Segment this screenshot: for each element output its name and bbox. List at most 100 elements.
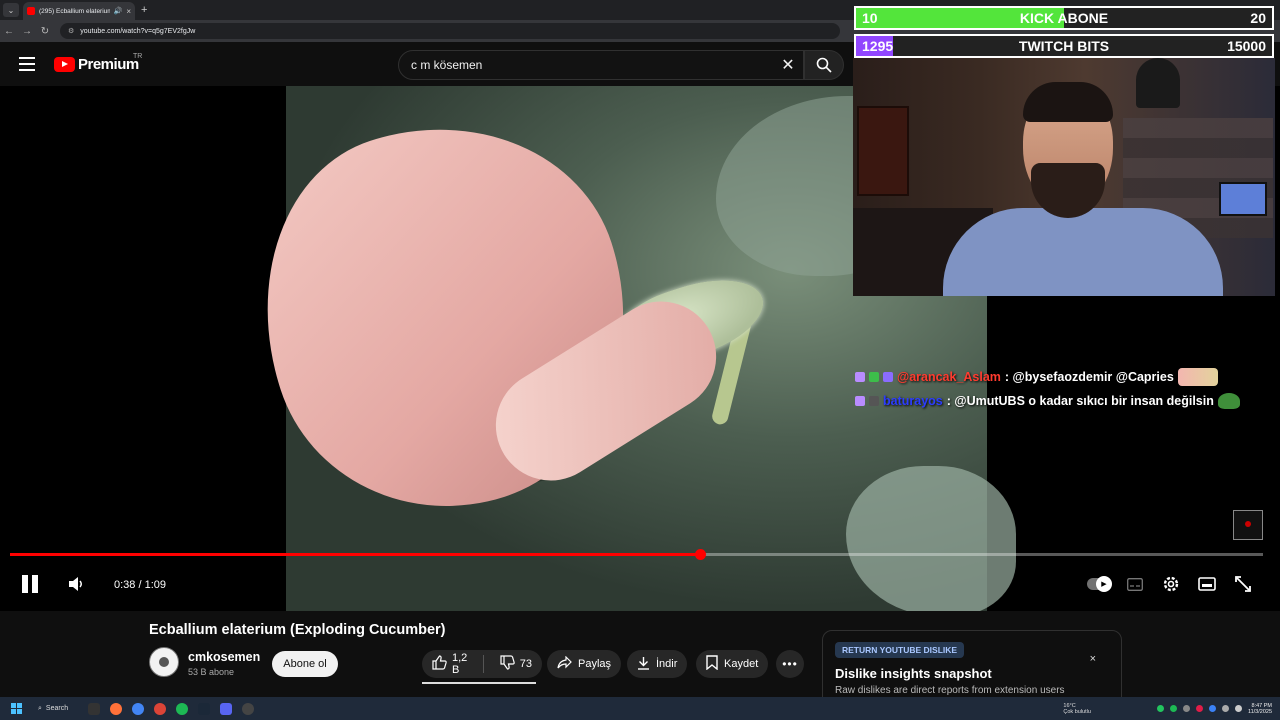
speaker-icon[interactable] <box>1234 705 1242 712</box>
reload-icon[interactable]: ↻ <box>36 26 54 37</box>
tab-title: (295) Ecballium elaterium (E <box>39 7 110 15</box>
video-progress-bar[interactable] <box>10 549 1263 560</box>
chat-text: : @bysefaozdemir @Capries <box>1004 370 1174 384</box>
hamburger-menu-icon[interactable] <box>19 57 35 71</box>
taskbar-clock[interactable]: 8:47 PM 11/3/2025 <box>1248 703 1272 715</box>
tray-app-icon[interactable] <box>1208 705 1216 712</box>
clear-search-icon[interactable]: ✕ <box>773 55 803 75</box>
pause-icon[interactable] <box>20 572 40 596</box>
save-button[interactable]: Kaydet <box>696 650 769 678</box>
time-text: 0:38 / 1:09 <box>114 579 166 591</box>
twitch-bits-goal: 1295 TWITCH BITS 15000 <box>854 34 1274 58</box>
volume-icon[interactable] <box>66 572 86 596</box>
chat-badge-icon <box>869 372 879 382</box>
weather-desc: Çok bulutlu <box>1063 708 1091 715</box>
search-button[interactable] <box>804 50 844 80</box>
tray-app-icon[interactable] <box>1182 705 1190 712</box>
clock-date: 11/3/2025 <box>1247 708 1272 715</box>
windows-taskbar: ⌕ Search 16°C Çok bulutlu 8:47 PM 11/3/2… <box>0 697 1280 720</box>
discord-icon[interactable] <box>220 702 232 715</box>
channel-watermark[interactable] <box>1233 510 1263 540</box>
play-icon: ▶ <box>1096 576 1112 592</box>
autoplay-toggle[interactable]: ▶ <box>1087 572 1112 596</box>
taskbar-search[interactable]: ⌕ Search <box>38 705 78 713</box>
browser-tab-active[interactable]: (295) Ecballium elaterium (E 🔊 × <box>23 2 135 20</box>
youtube-premium-logo[interactable]: Premium <box>54 56 139 73</box>
tray-app-icon[interactable] <box>1169 705 1177 712</box>
forward-arrow-icon[interactable]: → <box>18 26 36 37</box>
chat-badge-icon <box>855 396 865 406</box>
search-icon: ⌕ <box>38 704 42 712</box>
steam-icon[interactable] <box>198 702 210 715</box>
back-arrow-icon[interactable]: ← <box>0 26 18 37</box>
dislike-button[interactable]: 73 <box>490 650 542 678</box>
subtitles-icon[interactable] <box>1126 572 1144 596</box>
weather-widget[interactable]: 16°C Çok bulutlu <box>1063 703 1091 715</box>
tray-app-icon[interactable] <box>1195 705 1203 712</box>
thumbs-down-icon <box>500 655 515 673</box>
like-ratio-bar <box>422 682 536 684</box>
search-box[interactable]: c m kösemen ✕ <box>398 50 804 80</box>
speaker-icon[interactable]: 🔊 <box>114 7 123 15</box>
tab-close-icon[interactable]: × <box>126 7 131 16</box>
channel-name[interactable]: cmkosemen <box>188 650 260 664</box>
spotify-icon[interactable] <box>176 702 188 715</box>
channel-avatar[interactable] <box>149 647 179 677</box>
bookmark-icon <box>706 655 718 673</box>
chat-message: baturayos : @UmutUBS o kadar sıkıcı bir … <box>855 393 1240 409</box>
gear-icon[interactable] <box>1161 572 1181 596</box>
chat-message: @arancak_Aslam : @bysefaozdemir @Capries <box>855 368 1218 386</box>
dislike-count: 73 <box>519 658 532 670</box>
youtube-play-logo-icon <box>54 57 75 72</box>
firefox-icon[interactable] <box>110 702 122 715</box>
chrome-icon[interactable] <box>132 702 144 715</box>
progress-played <box>10 553 701 556</box>
wifi-icon[interactable] <box>1221 705 1229 712</box>
address-bar[interactable]: ⚙ youtube.com/watch?v=q5g7EV2fgJw <box>60 23 840 39</box>
streamer-body <box>943 208 1223 296</box>
hand-shape <box>216 86 676 553</box>
taskbar-search-label: Search <box>45 705 69 712</box>
goal-target: 15000 <box>1227 38 1266 54</box>
windows-start-icon[interactable] <box>11 703 22 714</box>
chat-badge-icon <box>869 396 879 406</box>
video-title: Ecballium elaterium (Exploding Cucumber) <box>149 622 446 638</box>
tray-app-icon[interactable] <box>1156 705 1164 712</box>
pale-leaf-shape <box>846 466 1016 611</box>
youtube-favicon-icon <box>27 7 35 15</box>
fullscreen-icon[interactable] <box>1234 572 1252 596</box>
chat-emote-icon <box>1177 368 1218 386</box>
site-info-icon[interactable]: ⚙ <box>68 27 74 35</box>
chat-username: @arancak_Aslam <box>897 370 1001 384</box>
kick-subscriber-goal: 10 KICK ABONE 20 <box>854 6 1274 30</box>
chat-badge-icon <box>855 372 865 382</box>
download-button[interactable]: İndir <box>627 650 688 678</box>
region-code: TR <box>133 53 143 60</box>
obs-icon[interactable] <box>242 702 254 715</box>
download-label: İndir <box>656 658 678 670</box>
logo-text: Premium <box>78 56 139 73</box>
wall-painting <box>857 106 909 196</box>
thumbs-up-icon <box>432 655 447 673</box>
ryd-tag: RETURN YOUTUBE DISLIKE <box>835 642 965 658</box>
share-button[interactable]: Paylaş <box>547 650 622 678</box>
theater-mode-icon[interactable] <box>1197 572 1217 596</box>
new-tab-button[interactable]: + <box>141 4 147 16</box>
task-view-icon[interactable] <box>88 702 100 715</box>
tab-search-button[interactable]: ⌄ <box>3 3 19 17</box>
system-tray: 16°C Çok bulutlu 8:47 PM 11/3/2025 <box>1063 697 1280 720</box>
close-icon[interactable]: × <box>1090 653 1096 665</box>
goal-label: KICK ABONE <box>1019 10 1109 26</box>
ryd-title: Dislike insights snapshot <box>835 666 992 681</box>
like-button[interactable]: 1,2 B <box>422 650 477 678</box>
streamer-hair <box>1023 82 1113 122</box>
more-actions-icon[interactable]: ••• <box>776 650 804 678</box>
monitor-screen <box>1219 182 1267 216</box>
chrome-alt-icon[interactable] <box>154 702 166 715</box>
search-input[interactable]: c m kösemen <box>411 58 773 72</box>
chat-username: baturayos <box>883 394 943 408</box>
goal-label: TWITCH BITS <box>1018 38 1110 54</box>
download-icon <box>637 656 650 673</box>
subscribe-button[interactable]: Abone ol <box>272 651 338 677</box>
save-label: Kaydet <box>724 658 759 670</box>
